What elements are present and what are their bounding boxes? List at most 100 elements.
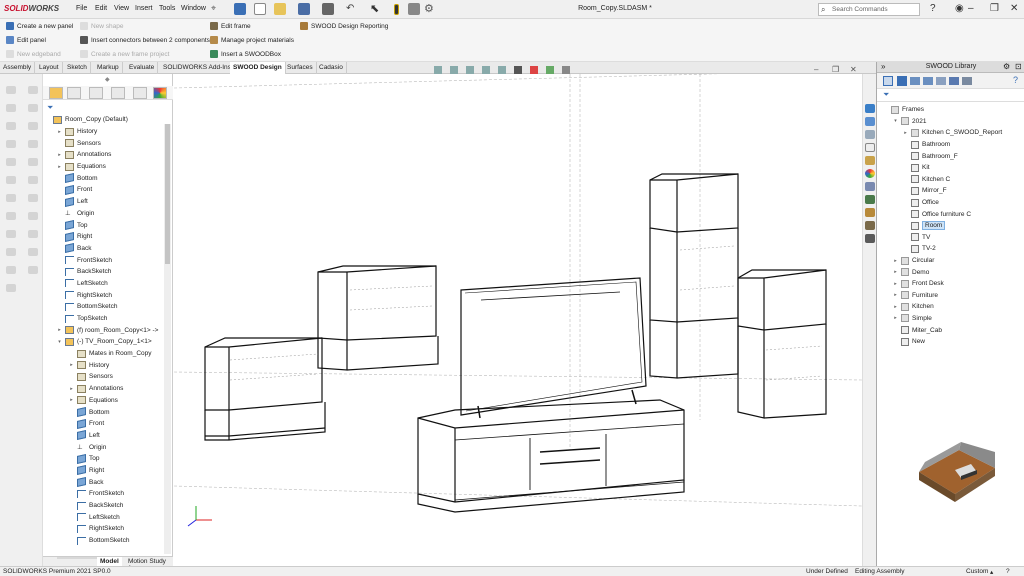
library-item[interactable]: Bathroom_F [883,150,1021,162]
expand-arrow-icon[interactable]: ▸ [57,327,62,333]
tree-item[interactable]: ▸ History [45,126,163,138]
library-item[interactable]: Kit [883,162,1021,174]
appearance-icon[interactable] [530,66,538,74]
tree-item[interactable]: ▸ Annotations [45,149,163,161]
tool-icon[interactable] [6,176,16,184]
library-settings-icon[interactable]: ⚙ [1003,62,1010,71]
status-units[interactable]: Custom [966,568,988,575]
collapse-handle-icon[interactable]: ◆ [105,76,110,83]
scrollbar-thumb[interactable] [165,124,170,264]
view-settings-icon[interactable] [562,66,570,74]
tree-item[interactable]: FrontSketch [45,254,163,266]
tab-sketch[interactable]: Sketch [64,62,91,74]
library-item[interactable]: Kitchen C [883,174,1021,186]
tree-scrollbar[interactable] [164,124,171,554]
library-item[interactable]: ▸ Simple [883,313,1021,325]
tab-evaluate[interactable]: Evaluate [126,62,159,74]
tree-item[interactable]: Back [45,243,163,255]
tree-item[interactable]: LeftSketch [45,278,163,290]
expand-arrow-icon[interactable]: ▸ [893,292,898,298]
insert-swoodbox-button[interactable]: Insert a SWOODBox [210,50,281,58]
zoom-fit-icon[interactable] [434,66,442,74]
library-filter-icon[interactable]: ⏷ [883,90,889,100]
expand-arrow-icon[interactable]: ▸ [893,315,898,321]
insert-connectors-button[interactable]: Insert connectors between 2 components [80,36,210,44]
tab-cadasio[interactable]: Cadasio [316,62,347,74]
tree-item[interactable]: Sensors [45,371,163,383]
tool-icon[interactable] [6,212,16,220]
tree-item[interactable]: ▸ Equations [45,395,163,407]
library-frame-icon[interactable] [949,77,959,85]
tree-item[interactable]: Right [45,231,163,243]
manage-materials-button[interactable]: Manage project materials [210,36,294,44]
tab-surfaces[interactable]: Surfaces [284,62,317,74]
tool-icon[interactable] [28,176,38,184]
library-item[interactable]: Office [883,197,1021,209]
scene-icon[interactable] [546,66,554,74]
library-door-icon[interactable] [936,77,946,85]
tool-icon[interactable] [6,266,16,274]
swood-library-icon[interactable] [865,195,875,204]
library-item[interactable]: TV-2 [883,243,1021,255]
tree-item[interactable]: Back [45,476,163,488]
tree-item[interactable]: TopSketch [45,313,163,325]
tool-icon[interactable] [28,104,38,112]
search-commands-field[interactable]: ⌕ Search Commands [818,3,920,16]
expand-arrow-icon[interactable]: ▸ [893,281,898,287]
appearance-tab-icon[interactable] [153,87,167,99]
tool-icon[interactable] [6,194,16,202]
create-panel-button[interactable]: Create a new panel [6,22,73,30]
tree-item[interactable]: RightSketch [45,523,163,535]
menu-file[interactable]: File [76,5,87,12]
tree-item[interactable]: Left [45,196,163,208]
view-palette-icon[interactable] [865,143,875,152]
minimize-button[interactable]: – [968,3,974,14]
expand-arrow-icon[interactable]: ▾ [893,118,898,124]
library-item[interactable]: Bathroom [883,139,1021,151]
swood-tab-icon[interactable] [49,87,63,99]
swood-tools-icon[interactable] [865,234,875,243]
menu-window[interactable]: Window [181,5,206,12]
feature-tree-tab-icon[interactable] [67,87,81,99]
tool-icon[interactable] [6,140,16,148]
tool-icon[interactable] [6,104,16,112]
library-item[interactable]: Mirror_F [883,185,1021,197]
property-tab-icon[interactable] [89,87,103,99]
tree-item[interactable]: ▸ Annotations [45,383,163,395]
expand-arrow-icon[interactable]: ▸ [893,269,898,275]
tab-assembly[interactable]: Assembly [0,62,36,74]
tool-icon[interactable] [28,140,38,148]
library-item[interactable]: Frames [883,104,1021,116]
solidworks-logo[interactable]: SOLIDWORKS [4,4,59,13]
tool-icon[interactable] [28,122,38,130]
tab-swood-design[interactable]: SWOOD Design [230,62,286,74]
library-item[interactable]: Room [883,220,1021,232]
swood-reporting-button[interactable]: SWOOD Design Reporting [300,22,388,30]
tool-icon[interactable] [6,284,16,292]
expand-arrow-icon[interactable]: ▸ [57,164,62,170]
tree-item[interactable]: Right [45,465,163,477]
open-folder-icon[interactable] [274,3,286,15]
library-hardware-icon[interactable] [962,77,972,85]
pin-icon[interactable]: ⌖ [211,3,216,14]
tab-scroll-arrows[interactable] [57,557,97,559]
tree-item[interactable]: Left [45,430,163,442]
tree-item[interactable]: BottomSketch [45,301,163,313]
library-drawer-icon[interactable] [910,77,920,85]
file-explorer-icon[interactable] [865,130,875,139]
tab-markup[interactable]: Markup [94,62,123,74]
tab-solidworks-addins[interactable]: SOLIDWORKS Add-Ins [160,62,235,74]
view-orientation-icon[interactable] [498,66,506,74]
library-filter-bar[interactable]: ⏷ [877,89,1024,102]
tree-item[interactable]: BottomSketch [45,535,163,547]
expand-arrow-icon[interactable]: ▸ [69,386,74,392]
tool-icon[interactable] [28,158,38,166]
menu-insert[interactable]: Insert [135,5,153,12]
library-help-icon[interactable]: ? [1013,75,1018,85]
edit-frame-button[interactable]: Edit frame [210,22,251,30]
expand-arrow-icon[interactable]: ▸ [903,130,908,136]
tool-icon[interactable] [6,122,16,130]
pin-panel-icon[interactable]: ⊡ [1015,62,1022,71]
solidworks-resources-icon[interactable] [865,104,875,113]
design-library-icon[interactable] [865,117,875,126]
